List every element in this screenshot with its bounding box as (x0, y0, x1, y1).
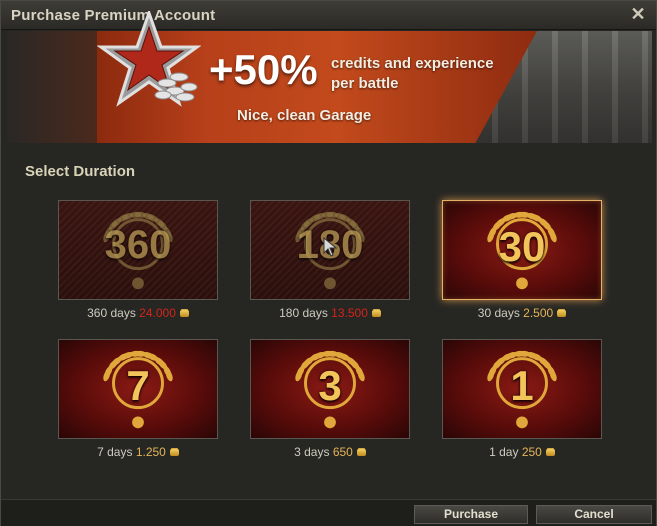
duration-badge-number: 30 (498, 223, 546, 270)
gold-coin-icon (179, 310, 189, 318)
duration-label: 180 days (279, 306, 332, 320)
purchase-premium-window: Purchase Premium Account ✕ +50% credits … (0, 0, 657, 526)
duration-price: 13.500 (331, 306, 368, 320)
gold-coin-icon (356, 449, 366, 457)
duration-price: 1.250 (135, 445, 166, 459)
bonus-line-2: per battle (331, 75, 399, 92)
duration-badge-number: 1 (510, 362, 534, 409)
close-icon[interactable]: ✕ (628, 4, 648, 24)
purchase-button[interactable]: Purchase (414, 505, 528, 524)
bonus-percent: +50% (209, 46, 318, 93)
duration-tile-30[interactable]: 30 (442, 200, 602, 300)
duration-label: 3 days (294, 445, 333, 459)
premium-star-icon (97, 11, 201, 107)
mouse-cursor-icon (323, 237, 337, 257)
duration-tile-1[interactable]: 1 (442, 339, 602, 439)
duration-badge-number: 7 (126, 362, 150, 409)
gold-coin-icon (557, 310, 567, 318)
duration-label: 30 days (477, 306, 524, 320)
gold-coin-icon (169, 449, 179, 457)
bonus-description: credits and experience per battle (331, 54, 531, 94)
duration-label: 7 days (97, 445, 136, 459)
duration-badge-number: 3 (318, 362, 342, 409)
gold-coin-icon (371, 310, 381, 318)
duration-tile-3[interactable]: 3 (250, 339, 410, 439)
duration-price: 24.000 (139, 306, 176, 320)
duration-caption: 3 days 650 (250, 445, 410, 459)
duration-price: 2.500 (523, 306, 554, 320)
duration-caption: 360 days 24.000 (58, 306, 218, 320)
bonus-line-1: credits and experience (331, 55, 494, 72)
duration-label: 1 day (489, 445, 522, 459)
duration-price: 250 (521, 445, 542, 459)
garage-bonus-text: Nice, clean Garage (237, 107, 372, 124)
duration-caption: 30 days 2.500 (442, 306, 602, 320)
duration-badge-number: 360 (104, 223, 172, 267)
section-title: Select Duration (25, 163, 136, 180)
duration-caption: 7 days 1.250 (58, 445, 218, 459)
duration-label: 360 days (87, 306, 140, 320)
duration-caption: 180 days 13.500 (250, 306, 410, 320)
duration-tile-7[interactable]: 7 (58, 339, 218, 439)
duration-price: 650 (332, 445, 353, 459)
duration-caption: 1 day 250 (442, 445, 602, 459)
duration-tile-360[interactable]: 360 (58, 200, 218, 300)
gold-coin-icon (545, 449, 555, 457)
cancel-button[interactable]: Cancel (536, 505, 652, 524)
